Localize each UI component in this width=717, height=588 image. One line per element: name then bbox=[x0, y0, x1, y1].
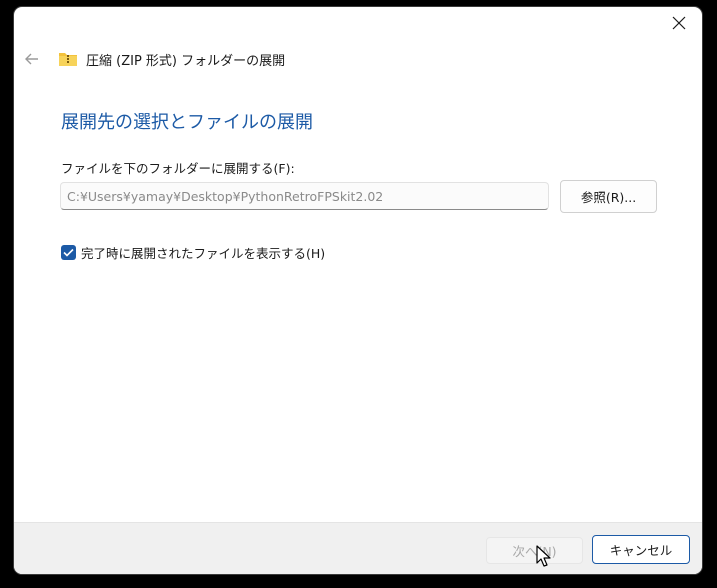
show-files-option[interactable]: 完了時に展開されたファイルを表示する(H) bbox=[61, 243, 325, 262]
destination-label: ファイルを下のフォルダーに展開する(F): bbox=[61, 161, 295, 176]
window-title: 圧縮 (ZIP 形式) フォルダーの展開 bbox=[86, 53, 286, 69]
destination-path-input[interactable]: C:¥Users¥yamay¥Desktop¥PythonRetroFPSkit… bbox=[60, 182, 549, 210]
close-button[interactable] bbox=[656, 7, 702, 39]
close-icon bbox=[672, 16, 686, 30]
show-files-label: 完了時に展開されたファイルを表示する(H) bbox=[81, 246, 326, 261]
dialog-header: 圧縮 (ZIP 形式) フォルダーの展開 bbox=[14, 45, 702, 73]
show-files-checkbox[interactable] bbox=[61, 245, 76, 260]
checkmark-icon bbox=[63, 248, 74, 257]
browse-button[interactable]: 参照(R)... bbox=[560, 180, 657, 213]
page-title: 展開先の選択とファイルの展開 bbox=[61, 112, 313, 133]
back-arrow-icon bbox=[25, 53, 38, 65]
extract-dialog: 圧縮 (ZIP 形式) フォルダーの展開 展開先の選択とファイルの展開 ファイル… bbox=[14, 7, 702, 574]
dialog-footer: 次へ(N) キャンセル bbox=[14, 522, 702, 574]
mouse-cursor-icon bbox=[536, 545, 551, 567]
back-button[interactable] bbox=[18, 45, 46, 73]
next-button[interactable]: 次へ(N) bbox=[486, 537, 583, 564]
zip-folder-icon bbox=[58, 51, 78, 67]
cancel-button[interactable]: キャンセル bbox=[592, 535, 690, 564]
